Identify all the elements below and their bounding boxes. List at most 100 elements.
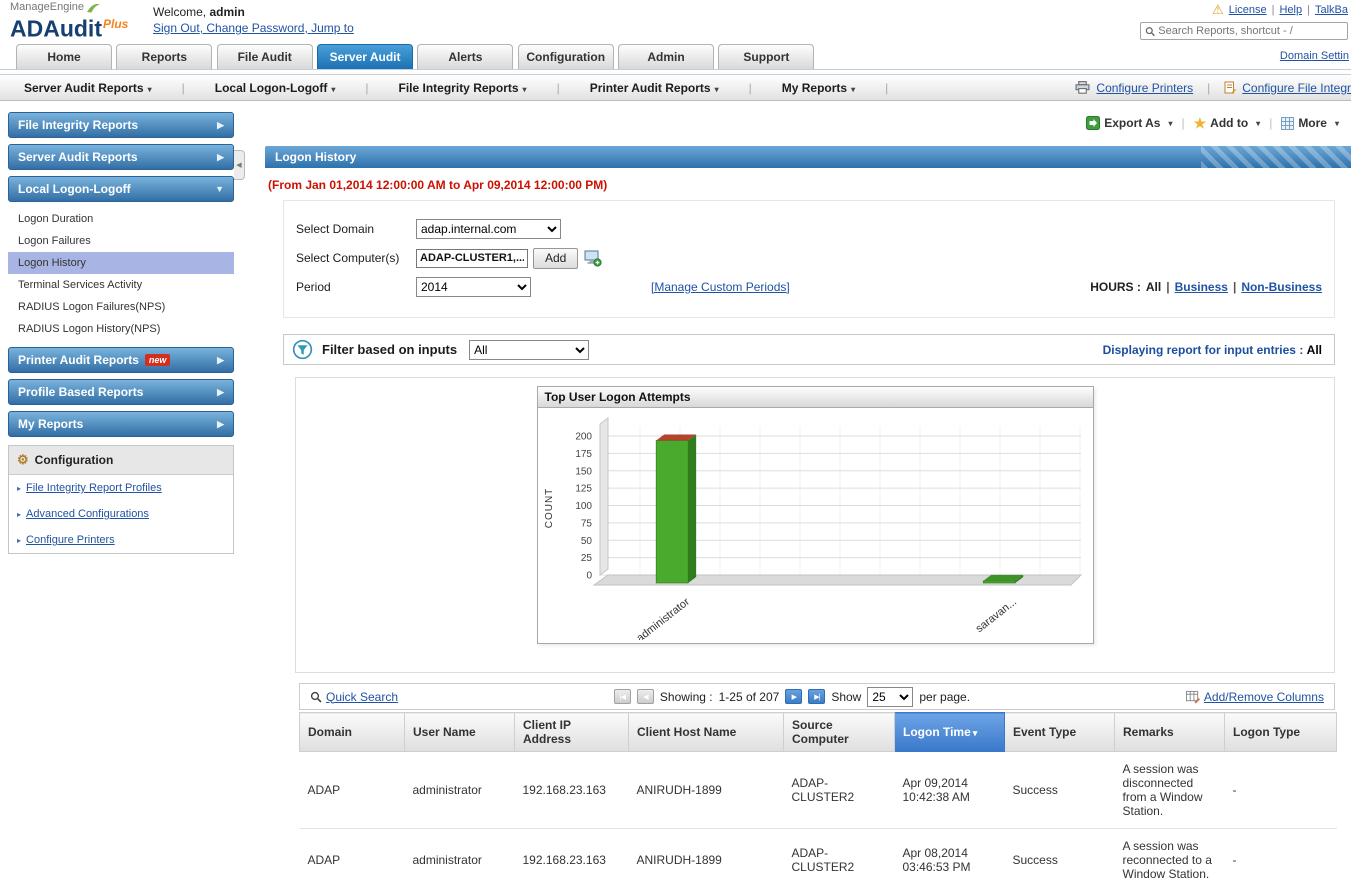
talkback-link[interactable]: TalkBa — [1315, 4, 1348, 16]
select-computers-label: Select Computer(s) — [296, 251, 400, 265]
chart-widget: Top User Logon Attempts 0 25 50 75 100 125 150… — [536, 386, 1094, 645]
menu-my-reports[interactable]: My Reports ▾ — [782, 81, 855, 95]
hours-non-business-link[interactable]: Non-Business — [1241, 280, 1322, 294]
select-domain-dropdown[interactable]: adap.internal.com — [416, 219, 561, 239]
menu-server-audit-reports[interactable]: Server Audit Reports ▾ — [24, 81, 152, 95]
svg-text:125: 125 — [575, 484, 592, 495]
configure-file-integrity-link[interactable]: Configure File Integr — [1242, 81, 1351, 95]
star-icon: ★ — [1193, 115, 1207, 131]
menu-file-integrity-reports[interactable]: File Integrity Reports ▾ — [399, 81, 527, 95]
column-header-domain[interactable]: Domain — [299, 712, 405, 752]
table-row[interactable]: ADAP administrator 192.168.23.163 ANIRUD… — [299, 828, 1337, 890]
search-input[interactable] — [1158, 25, 1343, 37]
column-header-user-name[interactable]: User Name — [404, 712, 515, 752]
change-password-link[interactable]: Change Password — [206, 21, 311, 35]
domain-settings-link[interactable]: Domain Settin — [1280, 50, 1349, 62]
sidebar-item-terminal-services-activity[interactable]: Terminal Services Activity — [8, 274, 234, 296]
sidebar-item-radius-logon-history[interactable]: RADIUS Logon History(NPS) — [8, 318, 234, 340]
sign-out-link[interactable]: Sign Out — [153, 21, 206, 35]
config-link-file-integrity-report-profiles[interactable]: ▸ File Integrity Report Profiles — [9, 475, 233, 501]
add-remove-columns[interactable]: Add/Remove Columns — [1185, 690, 1324, 704]
quick-search-link[interactable]: Quick Search — [326, 690, 398, 704]
sidebar-item-radius-logon-failures[interactable]: RADIUS Logon Failures(NPS) — [8, 296, 234, 318]
menu-printer-audit-reports[interactable]: Printer Audit Reports ▾ — [590, 81, 719, 95]
tab-server-audit[interactable]: Server Audit — [317, 44, 414, 69]
manage-custom-periods-link[interactable]: [Manage Custom Periods] — [651, 280, 790, 294]
caret-down-icon: ▾ — [1256, 118, 1261, 128]
config-link-label[interactable]: File Integrity Report Profiles — [26, 482, 162, 494]
separator: | — [748, 80, 752, 95]
config-link-configure-printers[interactable]: ▸ Configure Printers — [9, 527, 233, 553]
caret-down-icon: ▾ — [331, 84, 336, 94]
columns-edit-icon — [1185, 690, 1200, 704]
column-header-logon-type[interactable]: Logon Type — [1224, 712, 1337, 752]
add-computer-button[interactable]: Add — [533, 247, 579, 269]
quick-search[interactable]: Quick Search — [310, 690, 398, 704]
sidebar-section-file-integrity-reports[interactable]: File Integrity Reports ▶ — [8, 112, 234, 138]
filter-dropdown[interactable]: All — [469, 339, 590, 360]
filter-icon — [292, 339, 313, 360]
last-page-button[interactable]: ▶| — [808, 689, 826, 704]
sidebar-section-my-reports[interactable]: My Reports ▶ — [8, 411, 234, 437]
page-size-dropdown[interactable]: 25 — [867, 686, 914, 707]
tab-home[interactable]: Home — [16, 44, 112, 69]
sort-desc-icon: ▾ — [972, 728, 978, 738]
sidebar-item-logon-duration[interactable]: Logon Duration — [8, 208, 234, 230]
sidebar-item-logon-history[interactable]: Logon History — [8, 252, 234, 274]
column-label: Logon Time — [903, 725, 971, 739]
column-header-remarks[interactable]: Remarks — [1114, 712, 1225, 752]
table-row[interactable]: ADAP administrator 192.168.23.163 ANIRUD… — [299, 751, 1337, 829]
next-page-button[interactable]: ▶ — [785, 689, 803, 704]
tab-admin[interactable]: Admin — [618, 44, 715, 69]
report-date-range: (From Jan 01,2014 12:00:00 AM to Apr 09,… — [268, 178, 608, 192]
sidebar-collapse-handle[interactable]: ◀ — [234, 150, 245, 180]
first-page-button[interactable]: |◀ — [613, 689, 631, 704]
sidebar-item-logon-failures[interactable]: Logon Failures — [8, 230, 234, 252]
add-to-button[interactable]: ★ Add to ▾ — [1194, 116, 1261, 130]
column-header-client-ip[interactable]: Client IP Address — [514, 712, 629, 752]
export-as-button[interactable]: Export As ▾ — [1086, 116, 1172, 130]
export-as-label: Export As — [1104, 116, 1161, 130]
column-header-event-type[interactable]: Event Type — [1004, 712, 1115, 752]
help-link[interactable]: Help — [1279, 4, 1302, 16]
chart-title: Top User Logon Attempts — [537, 387, 1093, 408]
jump-to-link[interactable]: Jump to — [311, 21, 354, 35]
hours-business-link[interactable]: Business — [1175, 280, 1228, 294]
hours-all[interactable]: All — [1146, 280, 1161, 294]
column-header-source-computer[interactable]: Source Computer — [783, 712, 895, 752]
config-link-advanced-configurations[interactable]: ▸ Advanced Configurations — [9, 501, 233, 527]
menu-local-logon-logoff[interactable]: Local Logon-Logoff ▾ — [215, 81, 336, 95]
more-button[interactable]: More ▾ — [1281, 116, 1339, 130]
sidebar-section-profile-based-reports[interactable]: Profile Based Reports ▶ — [8, 379, 234, 405]
caret-down-icon: ▾ — [522, 84, 527, 94]
browse-computers-button[interactable] — [583, 250, 602, 267]
separator: | — [181, 80, 185, 95]
svg-text:0: 0 — [586, 571, 592, 582]
triangle-right-icon: ▸ — [17, 536, 22, 545]
sidebar-section-local-logon-logoff[interactable]: Local Logon-Logoff ▼ — [8, 176, 234, 202]
tab-support[interactable]: Support — [718, 44, 815, 69]
tab-configuration[interactable]: Configuration — [517, 44, 614, 69]
config-link-label[interactable]: Configure Printers — [26, 534, 115, 546]
grid-icon — [1281, 116, 1295, 130]
column-header-client-host[interactable]: Client Host Name — [628, 712, 784, 752]
product-logo: ManageEngine ADAuditPlus — [10, 1, 128, 40]
computers-input[interactable] — [416, 248, 528, 268]
sidebar-section-printer-audit-reports[interactable]: Printer Audit Reports new ▶ — [8, 347, 234, 373]
add-remove-columns-link[interactable]: Add/Remove Columns — [1204, 690, 1324, 704]
prev-page-button[interactable]: ◀ — [636, 689, 654, 704]
sidebar-section-server-audit-reports[interactable]: Server Audit Reports ▶ — [8, 144, 234, 170]
caret-down-icon: ▾ — [851, 84, 856, 94]
tab-file-audit[interactable]: File Audit — [216, 44, 313, 69]
column-label: Client IP Address — [523, 718, 572, 746]
column-header-logon-time[interactable]: Logon Time ▾ — [894, 712, 1005, 752]
period-dropdown[interactable]: 2014 — [416, 277, 531, 297]
config-link-label[interactable]: Advanced Configurations — [26, 508, 149, 520]
license-link[interactable]: License — [1229, 4, 1267, 16]
svg-text:50: 50 — [580, 536, 592, 547]
header-right: ⚠ License | Help | TalkBa — [1140, 2, 1348, 40]
configure-printers-link[interactable]: Configure Printers — [1096, 81, 1193, 95]
tab-alerts[interactable]: Alerts — [417, 44, 514, 69]
tab-reports[interactable]: Reports — [116, 44, 213, 69]
warning-icon[interactable]: ⚠ — [1212, 2, 1224, 18]
